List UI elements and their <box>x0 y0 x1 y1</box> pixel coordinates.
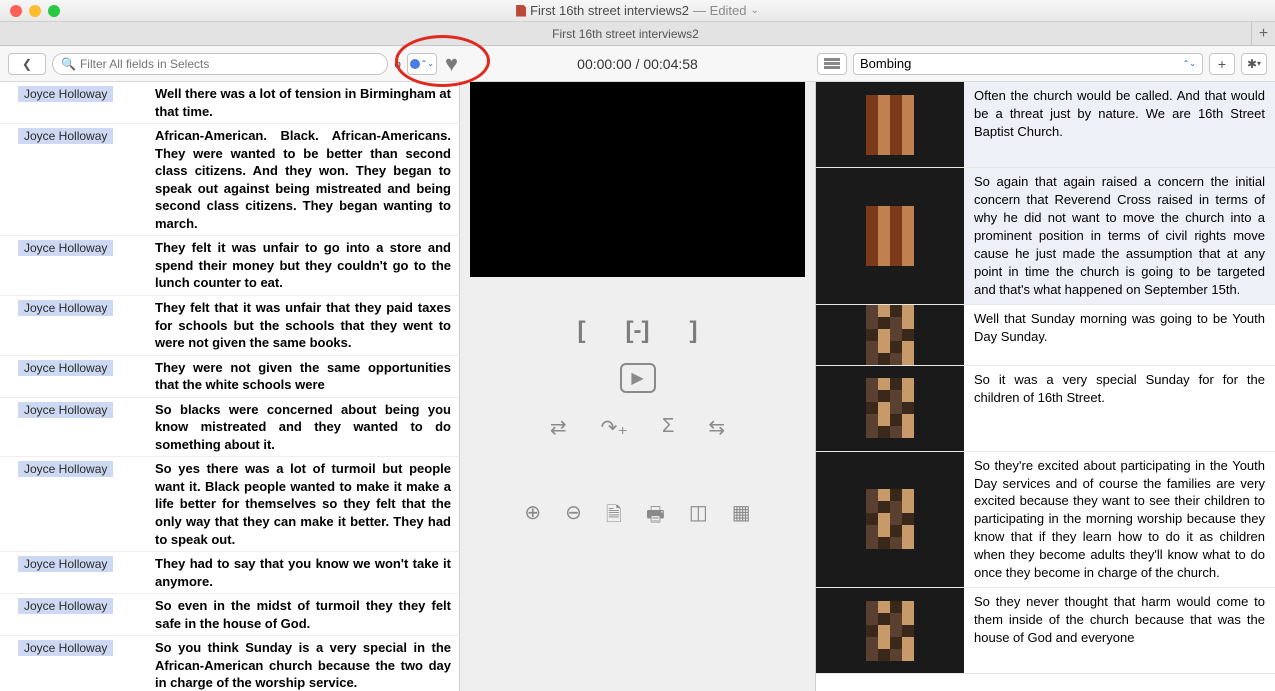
speaker-tag: Joyce Holloway <box>18 300 113 316</box>
video-pane: [ [‑] ] ▶ ⇄ ↷₊ Σ ⇆ ⊕ ⊖ 🗎 🖶 ◫ ▦ <box>460 82 815 691</box>
speaker-tag: Joyce Holloway <box>18 640 113 656</box>
shuffle-back-icon[interactable]: ⇆ <box>708 415 725 440</box>
transcript-text: They were not given the same opportuniti… <box>155 356 459 397</box>
bin-select[interactable]: Bombing ⌃⌄ <box>853 53 1203 75</box>
forward-circle-icon[interactable]: ⊖ <box>565 500 582 534</box>
play-button[interactable]: ▶ <box>620 363 656 393</box>
speaker-tag: Joyce Holloway <box>18 360 113 376</box>
heart-icon[interactable]: ♥ <box>445 51 458 77</box>
transcript-pane[interactable]: Joyce Holloway Well there was a lot of te… <box>0 82 460 691</box>
curve-down-icon[interactable]: ↷₊ <box>601 415 628 440</box>
clip-thumbnail <box>816 305 964 365</box>
speaker-tag: Joyce Holloway <box>18 128 113 144</box>
clips-pane[interactable]: Often the church would be called. And th… <box>815 82 1275 691</box>
transcript-row[interactable]: Joyce Holloway They felt that it was unfa… <box>0 296 459 356</box>
clip-thumbnail <box>816 168 964 304</box>
mark-in-button[interactable]: [ <box>578 317 586 345</box>
upload-circle-icon[interactable]: ⊕ <box>524 500 541 534</box>
clip-text: Often the church would be called. And th… <box>964 82 1275 167</box>
transcript-row[interactable]: Joyce Holloway They had to say that you k… <box>0 552 459 594</box>
mark-out-button[interactable]: ] <box>689 317 697 345</box>
clip-thumbnail <box>816 82 964 167</box>
chevron-down-icon: ⌃⌄ <box>1183 59 1196 68</box>
clip-text: So they never thought that harm would co… <box>964 588 1275 673</box>
title-chevron-icon[interactable]: ⌄ <box>751 5 759 16</box>
speaker-tag: Joyce Holloway <box>18 86 113 102</box>
clip-text: So again that again raised a concern the… <box>964 168 1275 304</box>
timecode-display: 00:00:00 / 00:04:58 <box>464 56 811 72</box>
add-button[interactable]: + <box>1209 53 1235 75</box>
transcript-text: So blacks were concerned about being you… <box>155 398 459 457</box>
clip-text: Well that Sunday morning was going to be… <box>964 305 1275 365</box>
filter-search[interactable]: 🔍 <box>52 53 388 75</box>
shuffle-icon[interactable]: ⇄ <box>550 415 567 440</box>
clip-row[interactable]: So they're excited about participating i… <box>816 452 1275 589</box>
clip-icon[interactable]: ◫ <box>689 500 708 534</box>
view-mode-toggle[interactable] <box>817 53 847 75</box>
filter-input[interactable] <box>80 57 379 71</box>
settings-gear-button[interactable]: ✱▾ <box>1241 53 1267 75</box>
or-label: o <box>394 57 401 71</box>
transcript-text: So even in the midst of turmoil they the… <box>155 594 459 635</box>
new-tab-button[interactable]: + <box>1251 22 1275 45</box>
clip-thumbnail <box>816 366 964 451</box>
transcript-row[interactable]: Joyce Holloway So yes there was a lot of … <box>0 457 459 552</box>
clip-row[interactable]: So again that again raised a concern the… <box>816 168 1275 305</box>
speaker-tag: Joyce Holloway <box>18 402 113 418</box>
marker-controls: [ [‑] ] <box>578 317 698 345</box>
document-download-icon[interactable]: 🗎 <box>606 500 622 534</box>
clip-text: So it was a very special Sunday for for … <box>964 366 1275 451</box>
transcript-row[interactable]: Joyce Holloway They were not given the sa… <box>0 356 459 398</box>
speaker-tag: Joyce Holloway <box>18 461 113 477</box>
clip-thumbnail <box>816 588 964 673</box>
clip-row[interactable]: So it was a very special Sunday for for … <box>816 366 1275 452</box>
tab-bar: First 16th street interviews2 + <box>0 22 1275 46</box>
transcript-text: Well there was a lot of tension in Birmi… <box>155 82 459 123</box>
transcript-row[interactable]: Joyce Holloway African-American. Black. A… <box>0 124 459 236</box>
back-button[interactable]: ❮ <box>8 53 46 75</box>
transcript-row[interactable]: Joyce Holloway They felt it was unfair to… <box>0 236 459 296</box>
transcript-text: They had to say that you know we won't t… <box>155 552 459 593</box>
speaker-tag: Joyce Holloway <box>18 240 113 256</box>
tab-current[interactable]: First 16th street interviews2 <box>0 27 1251 41</box>
toolbar: ❮ 🔍 o ⌃⌄ ♥ 00:00:00 / 00:04:58 Bombing ⌃… <box>0 46 1275 82</box>
mark-clear-button[interactable]: [‑] <box>626 317 650 345</box>
clip-row[interactable]: Often the church would be called. And th… <box>816 82 1275 168</box>
chevron-down-icon: ⌃⌄ <box>421 59 434 68</box>
gear-icon: ✱ <box>1247 57 1257 71</box>
film-icon[interactable]: ▦ <box>732 500 751 534</box>
transcript-row[interactable]: Joyce Holloway So blacks were concerned a… <box>0 398 459 458</box>
clip-row[interactable]: Well that Sunday morning was going to be… <box>816 305 1275 366</box>
speaker-tag: Joyce Holloway <box>18 598 113 614</box>
transcript-row[interactable]: Joyce Holloway So even in the midst of tu… <box>0 594 459 636</box>
bin-select-label: Bombing <box>860 56 911 71</box>
color-dot-icon <box>410 59 420 69</box>
document-icon <box>516 5 526 17</box>
clip-thumbnail <box>816 452 964 588</box>
window-title: First 16th street interviews2 — Edited ⌄ <box>0 3 1275 18</box>
color-select[interactable]: ⌃⌄ <box>407 53 437 75</box>
window-titlebar: First 16th street interviews2 — Edited ⌄ <box>0 0 1275 22</box>
window-title-text: First 16th street interviews2 <box>530 3 689 18</box>
search-icon: 🔍 <box>61 57 76 71</box>
clip-row[interactable]: So they never thought that harm would co… <box>816 588 1275 674</box>
clip-text: So they're excited about participating i… <box>964 452 1275 588</box>
transcript-row[interactable]: Joyce Holloway Well there was a lot of te… <box>0 82 459 124</box>
sum-icon[interactable]: Σ <box>662 415 674 440</box>
transcript-text: African-American. Black. African-America… <box>155 124 459 235</box>
speaker-tag: Joyce Holloway <box>18 556 113 572</box>
transcript-text: So you think Sunday is a very special in… <box>155 636 459 691</box>
transcript-text: So yes there was a lot of turmoil but pe… <box>155 457 459 551</box>
edited-label: — Edited <box>693 3 746 18</box>
video-viewer[interactable] <box>470 82 805 277</box>
print-icon[interactable]: 🖶 <box>646 500 665 534</box>
transcript-row[interactable]: Joyce Holloway So you think Sunday is a v… <box>0 636 459 691</box>
transcript-text: They felt that it was unfair that they p… <box>155 296 459 355</box>
transcript-text: They felt it was unfair to go into a sto… <box>155 236 459 295</box>
